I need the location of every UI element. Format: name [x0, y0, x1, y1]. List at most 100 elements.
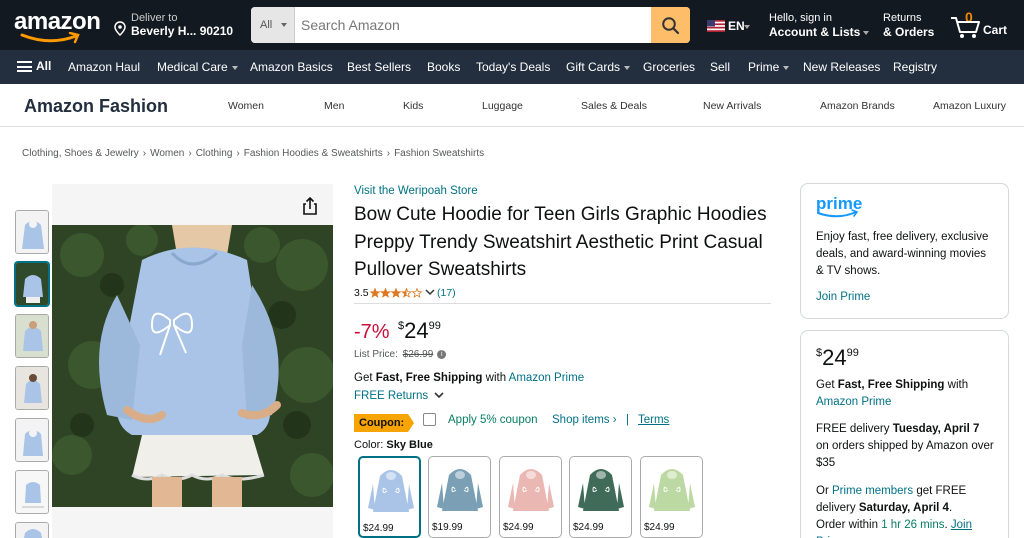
fashion-category-amazon-brands[interactable]: Amazon Brands: [820, 100, 895, 112]
color-swatch-selected[interactable]: $24.99: [358, 456, 421, 538]
thumbnail-image[interactable]: [15, 418, 49, 462]
free-returns-link[interactable]: FREE Returns: [354, 390, 444, 402]
thumbnail-image-selected[interactable]: [15, 262, 49, 306]
breadcrumb: Clothing, Shoes & Jewelry › Women › Clothing…: [22, 148, 484, 159]
account-and-lists[interactable]: Hello, sign in Account & Lists: [769, 12, 870, 39]
prime-logo[interactable]: prime: [816, 194, 864, 220]
coupon-badge: Coupon:: [354, 414, 414, 432]
amazon-smile-icon: [20, 32, 80, 44]
color-swatch[interactable]: $19.99: [428, 456, 491, 538]
share-button[interactable]: [299, 195, 321, 217]
nav-item-prime[interactable]: Prime: [748, 60, 790, 74]
nav-item-label: Prime: [748, 60, 780, 74]
returns-label: Returns: [883, 12, 922, 24]
cart-button[interactable]: 0 Cart: [950, 9, 1014, 43]
search-category-dropdown[interactable]: All: [251, 7, 295, 43]
fashion-category-sales-deals[interactable]: Sales & Deals: [581, 100, 647, 112]
fashion-category-women[interactable]: Women: [228, 100, 264, 112]
caret-down-icon: [624, 65, 631, 70]
deliver-to-location[interactable]: Deliver to Beverly H... 90210: [114, 10, 244, 42]
fashion-category-amazon-luxury[interactable]: Amazon Luxury: [933, 100, 1006, 112]
thumbnail-image[interactable]: [15, 366, 49, 410]
shipping-info: Get Fast, Free Shipping with Amazon Prim…: [354, 372, 584, 384]
coupon-checkbox[interactable]: [423, 413, 436, 426]
amazon-prime-link[interactable]: Amazon Prime: [509, 372, 584, 384]
search-input[interactable]: [295, 7, 650, 43]
prime-members-link[interactable]: Prime members: [832, 485, 913, 497]
breadcrumb-item[interactable]: Women: [150, 148, 184, 159]
fashion-category-kids[interactable]: Kids: [403, 100, 423, 112]
ship-prefix: Get: [816, 379, 838, 391]
breadcrumb-item[interactable]: Clothing, Shoes & Jewelry: [22, 148, 139, 159]
main-product-image[interactable]: [52, 225, 333, 507]
swatch-price: $24.99: [573, 522, 604, 533]
swatch-price: $19.99: [432, 522, 463, 533]
caret-down-icon: [281, 23, 287, 27]
color-swatch[interactable]: $24.99: [640, 456, 703, 538]
breadcrumb-item[interactable]: Clothing: [196, 148, 233, 159]
shop-items-link[interactable]: Shop items ›: [552, 414, 617, 426]
all-menu-label: All: [36, 59, 52, 73]
nav-item-best-sellers[interactable]: Best Sellers: [347, 60, 411, 74]
product-rating[interactable]: 3.5 (17): [354, 287, 456, 299]
nav-item-registry[interactable]: Registry: [893, 60, 937, 74]
share-icon: [303, 196, 317, 215]
fashion-category-new-arrivals[interactable]: New Arrivals: [703, 100, 761, 112]
model-thumbnail-icon: [16, 263, 48, 305]
all-menu-button[interactable]: All: [17, 59, 51, 73]
delivery-suffix: on orders shipped by Amazon over $35: [816, 440, 994, 469]
amazon-fashion-title[interactable]: Amazon Fashion: [24, 96, 168, 117]
price-symbol: $: [816, 347, 823, 359]
color-swatch[interactable]: $24.99: [499, 456, 562, 538]
search-category-label: All: [260, 19, 273, 31]
account-lists-label: Account & Lists: [769, 25, 870, 39]
delivery-prefix: FREE delivery: [816, 423, 893, 435]
swatch-price: $24.99: [363, 523, 394, 534]
store-link[interactable]: Visit the Weripoah Store: [354, 185, 478, 197]
nav-item-label: Medical Care: [157, 60, 228, 74]
nav-item-groceries[interactable]: Groceries: [643, 60, 695, 74]
order-within-label: Order within: [816, 519, 882, 531]
terms-link[interactable]: Terms: [638, 414, 669, 426]
thumbnail-image[interactable]: [15, 470, 49, 514]
apply-coupon-text[interactable]: Apply 5% coupon: [448, 414, 538, 426]
hoodie-thumbnail-icon: [16, 211, 48, 253]
selected-color-value: Sky Blue: [386, 439, 433, 451]
price-fraction: 99: [846, 347, 859, 359]
divider: [354, 303, 771, 304]
color-swatch[interactable]: $24.99: [569, 456, 632, 538]
nav-item-todays-deals[interactable]: Today's Deals: [476, 60, 550, 74]
amazon-logo[interactable]: amazon: [14, 8, 104, 44]
top-navigation-bar: amazon Deliver to Beverly H... 90210 All: [0, 0, 1024, 50]
hoodie-swatch-icon: [508, 469, 554, 511]
nav-item-sell[interactable]: Sell: [710, 60, 730, 74]
buy-box-shipping: Get Fast, Free Shipping with Amazon Prime: [816, 377, 996, 411]
nav-item-books[interactable]: Books: [427, 60, 460, 74]
breadcrumb-item[interactable]: Fashion Sweatshirts: [394, 148, 484, 159]
fast-delivery-date: Saturday, April 4: [858, 502, 949, 514]
nav-item-amazon-haul[interactable]: Amazon Haul: [68, 60, 140, 74]
fashion-category-luggage[interactable]: Luggage: [482, 100, 523, 112]
fashion-category-men[interactable]: Men: [324, 100, 344, 112]
nav-item-medical-care[interactable]: Medical Care: [157, 60, 238, 74]
delivery-info: FREE delivery Tuesday, April 7 on orders …: [816, 421, 996, 472]
info-icon[interactable]: i: [437, 349, 447, 359]
search-button[interactable]: [651, 7, 690, 43]
star-rating-icon: [370, 288, 423, 298]
countdown-timer: 1 hr 26 mins: [881, 519, 945, 531]
svg-text:prime: prime: [816, 194, 862, 213]
returns-and-orders[interactable]: Returns & Orders: [883, 12, 934, 39]
fast-period: .: [948, 502, 953, 514]
nav-item-amazon-basics[interactable]: Amazon Basics: [250, 60, 333, 74]
thumbnail-image[interactable]: [15, 210, 49, 254]
join-prime-link[interactable]: Join Prime: [816, 291, 870, 303]
nav-item-gift-cards[interactable]: Gift Cards: [566, 60, 631, 74]
amazon-prime-link[interactable]: Amazon Prime: [816, 396, 891, 408]
hamburger-menu-icon: [17, 61, 32, 72]
review-count[interactable]: (17): [437, 287, 456, 299]
thumbnail-image[interactable]: [15, 522, 49, 538]
breadcrumb-item[interactable]: Fashion Hoodies & Sweatshirts: [244, 148, 383, 159]
thumbnail-image[interactable]: [15, 314, 49, 358]
cart-label: Cart: [983, 23, 1008, 37]
nav-item-new-releases[interactable]: New Releases: [803, 60, 880, 74]
